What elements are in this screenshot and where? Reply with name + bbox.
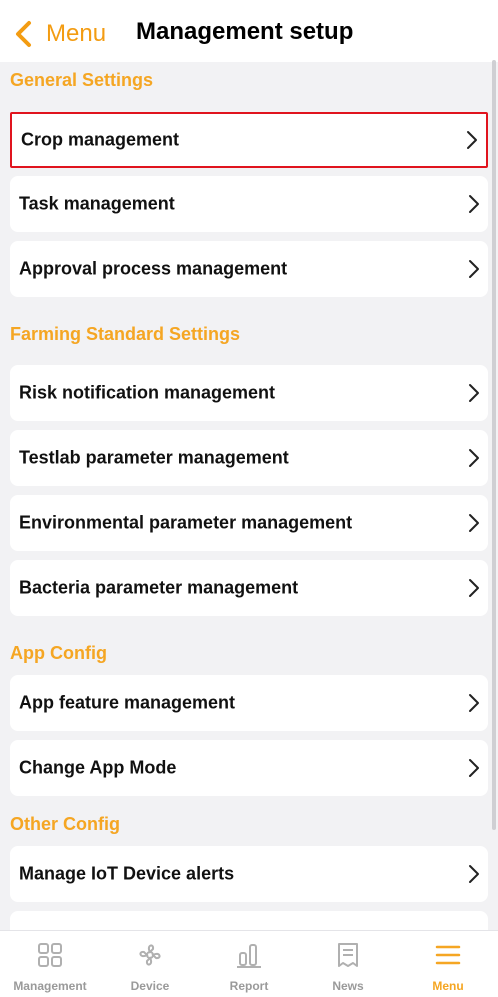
hamburger-menu-icon bbox=[435, 945, 461, 965]
page-title: Management setup bbox=[136, 18, 354, 45]
tab-label: Report bbox=[229, 979, 269, 993]
grid-icon bbox=[38, 943, 62, 967]
tab-label: Menu bbox=[432, 979, 464, 993]
section-title-general: General Settings bbox=[10, 70, 154, 90]
chevron-right-icon bbox=[469, 195, 479, 213]
item-label: Environmental parameter management bbox=[19, 512, 353, 533]
tab-management[interactable]: Management bbox=[0, 937, 100, 995]
item-label: Testlab parameter management bbox=[19, 447, 289, 468]
chevron-right-icon bbox=[469, 694, 479, 712]
scrollbar[interactable] bbox=[492, 60, 496, 830]
settings-list[interactable]: General Settings Crop management Task ma… bbox=[0, 62, 498, 930]
item-label: Approval process management bbox=[19, 258, 288, 279]
section-title-farming: Farming Standard Settings bbox=[10, 324, 241, 344]
bar-chart-icon bbox=[237, 944, 261, 968]
item-label: Change App Mode bbox=[19, 757, 177, 778]
tab-news[interactable]: News bbox=[298, 937, 398, 995]
tab-label: Management bbox=[13, 979, 87, 993]
section-title-other-config: Other Config bbox=[10, 814, 120, 834]
list-item-approval-process[interactable]: Approval process management bbox=[10, 241, 488, 297]
back-label: Menu bbox=[46, 20, 107, 47]
item-label: Task management bbox=[19, 193, 175, 214]
chevron-right-icon bbox=[469, 260, 479, 278]
section-title-app-config: App Config bbox=[10, 643, 107, 663]
chevron-right-icon bbox=[467, 131, 477, 149]
chevron-right-icon bbox=[469, 514, 479, 532]
list-item-partial[interactable] bbox=[10, 911, 488, 930]
back-button[interactable]: Menu bbox=[12, 16, 106, 52]
tab-label: News bbox=[332, 979, 364, 993]
list-item-environmental-parameter[interactable]: Environmental parameter management bbox=[10, 495, 488, 551]
chevron-right-icon bbox=[469, 384, 479, 402]
chevron-right-icon bbox=[469, 865, 479, 883]
navigation-header: Menu Management setup bbox=[0, 0, 498, 62]
tab-menu[interactable]: Menu bbox=[398, 937, 498, 995]
list-item-bacteria-parameter[interactable]: Bacteria parameter management bbox=[10, 560, 488, 616]
chevron-right-icon bbox=[469, 579, 479, 597]
list-item-app-feature[interactable]: App feature management bbox=[10, 675, 488, 731]
list-item-change-app-mode[interactable]: Change App Mode bbox=[10, 740, 488, 796]
list-item-testlab-parameter[interactable]: Testlab parameter management bbox=[10, 430, 488, 486]
item-label: Crop management bbox=[21, 129, 180, 150]
tab-bar: Management Device Report News Menu bbox=[0, 930, 498, 997]
list-item-crop-management[interactable]: Crop management bbox=[10, 112, 488, 168]
fan-icon bbox=[139, 944, 161, 966]
item-label: Bacteria parameter management bbox=[19, 577, 299, 598]
tab-device[interactable]: Device bbox=[100, 937, 200, 995]
item-label: Risk notification management bbox=[19, 382, 276, 403]
chevron-right-icon bbox=[469, 759, 479, 777]
newspaper-icon bbox=[338, 943, 358, 967]
list-item-iot-alerts[interactable]: Manage IoT Device alerts bbox=[10, 846, 488, 902]
list-item-task-management[interactable]: Task management bbox=[10, 176, 488, 232]
item-label: Manage IoT Device alerts bbox=[19, 863, 235, 884]
item-label: App feature management bbox=[19, 692, 236, 713]
chevron-left-icon bbox=[16, 21, 31, 47]
list-item-risk-notification[interactable]: Risk notification management bbox=[10, 365, 488, 421]
tab-label: Device bbox=[130, 979, 170, 993]
tab-report[interactable]: Report bbox=[199, 937, 299, 995]
chevron-right-icon bbox=[469, 449, 479, 467]
